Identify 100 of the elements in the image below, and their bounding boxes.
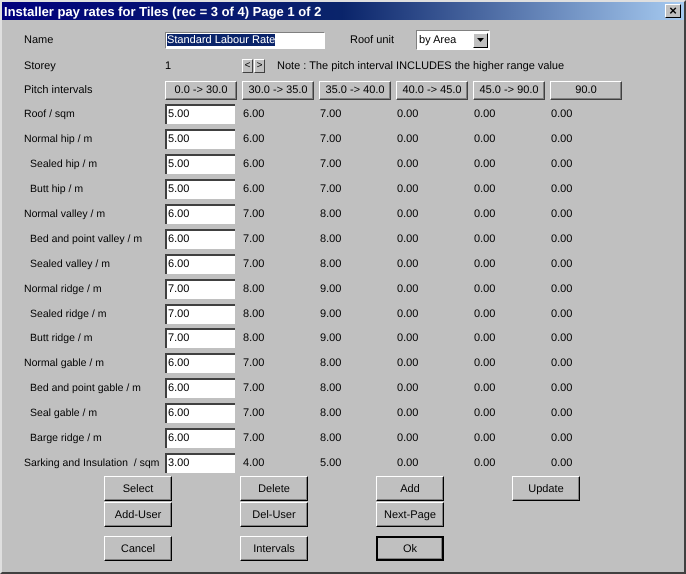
rate-field[interactable]: 7.00 — [165, 328, 235, 348]
rate-field[interactable]: 6.00 — [165, 228, 235, 249]
rate-value: 5.00 — [320, 456, 342, 469]
rate-label: Sarking and Insulation / sqm — [24, 456, 160, 469]
rate-field[interactable]: 3.00 — [165, 452, 235, 473]
rate-value: 0.00 — [397, 432, 420, 444]
rate-value: 0.00 — [474, 357, 496, 370]
action-button[interactable]: Cancel — [104, 536, 172, 562]
action-button[interactable]: Add-User — [104, 502, 172, 528]
action-button[interactable]: Delete — [240, 476, 308, 502]
rate-field[interactable]: 7.00 — [165, 304, 235, 324]
rate-value: 7.00 — [243, 232, 266, 245]
pitch-interval-button[interactable]: 30.0 -> 35.0 — [242, 80, 314, 100]
rate-field[interactable]: 6.00 — [165, 254, 235, 274]
rate-value: 7.00 — [243, 407, 266, 420]
rate-value: 0.00 — [474, 407, 496, 420]
rate-field[interactable]: 7.00 — [165, 278, 235, 299]
pitch-interval-button[interactable]: 90.0 — [550, 80, 622, 100]
rate-value: 7.00 — [320, 108, 342, 120]
rate-field[interactable]: 5.00 — [165, 179, 235, 200]
previous-button[interactable]: < — [242, 59, 253, 73]
action-button[interactable]: Intervals — [240, 536, 308, 562]
rate-field[interactable]: 5.00 — [165, 104, 235, 124]
rate-label: Normal gable / m — [24, 357, 105, 370]
rate-value: 8.00 — [320, 258, 342, 270]
rate-value: 0.00 — [397, 133, 420, 146]
rate-value: 0.00 — [474, 183, 496, 196]
rate-value: 0.00 — [397, 357, 420, 370]
rate-value: 0.00 — [397, 258, 420, 270]
action-button[interactable]: Select — [104, 476, 172, 502]
close-button[interactable]: × — [665, 4, 681, 18]
rate-label: Sealed hip / m — [29, 158, 98, 170]
rate-value: 0.00 — [474, 208, 496, 220]
field-label: Pitch intervals — [24, 84, 94, 96]
rate-value: 6.00 — [243, 133, 266, 146]
storey-value: 1 — [165, 60, 172, 72]
action-button[interactable]: Ok — [376, 536, 444, 562]
rate-value: 8.00 — [320, 208, 342, 220]
next-button[interactable]: > — [254, 59, 265, 73]
rate-value: 0.00 — [397, 308, 420, 320]
rate-label: Roof / sqm — [24, 108, 76, 120]
rate-value: 0.00 — [551, 158, 574, 170]
pitch-interval-button[interactable]: 0.0 -> 30.0 — [165, 80, 237, 100]
rate-field[interactable]: 6.00 — [165, 353, 235, 374]
rate-value: 0.00 — [397, 456, 420, 469]
rate-value: 0.00 — [397, 108, 420, 120]
rate-value: 0.00 — [551, 258, 574, 270]
rate-value: 8.00 — [243, 308, 266, 320]
pitch-interval-button[interactable]: 35.0 -> 40.0 — [319, 80, 391, 100]
action-button[interactable]: Del-User — [240, 502, 308, 528]
action-button[interactable]: Update — [512, 476, 580, 502]
rate-value: 0.00 — [551, 382, 574, 394]
rate-field[interactable]: 5.00 — [165, 154, 235, 174]
rate-value: 9.00 — [320, 308, 342, 320]
rate-value: 6.00 — [243, 183, 266, 196]
action-button[interactable]: Next-Page — [376, 502, 444, 528]
rate-value: 8.00 — [243, 282, 266, 295]
rate-value: 0.00 — [474, 456, 496, 469]
pitch-interval-button[interactable]: 40.0 -> 45.0 — [396, 80, 468, 100]
rate-value: 0.00 — [551, 308, 574, 320]
rate-value: 0.00 — [397, 183, 420, 196]
rate-value: 0.00 — [397, 332, 420, 344]
roof-unit-dropdown[interactable]: by Area — [416, 30, 490, 50]
rate-label: Butt ridge / m — [29, 332, 94, 344]
rate-value: 4.00 — [243, 456, 266, 469]
rate-value: 8.00 — [320, 432, 342, 444]
rate-value: 0.00 — [474, 432, 496, 444]
rate-value: 7.00 — [243, 208, 266, 220]
rate-value: 7.00 — [243, 382, 266, 394]
rate-value: 0.00 — [551, 357, 574, 370]
rate-value: 7.00 — [320, 183, 342, 196]
rate-value: 0.00 — [474, 133, 496, 146]
rate-field[interactable]: 6.00 — [165, 403, 235, 424]
rate-value: 8.00 — [320, 407, 342, 420]
rate-value: 8.00 — [320, 382, 342, 394]
rate-value: 0.00 — [551, 133, 574, 146]
rate-value: 0.00 — [551, 432, 574, 444]
rate-value: 0.00 — [397, 208, 420, 220]
rate-value: 0.00 — [551, 282, 574, 295]
rate-value: 7.00 — [320, 158, 342, 170]
rate-field[interactable]: 6.00 — [165, 378, 235, 398]
rate-field[interactable]: 5.00 — [165, 129, 235, 150]
rate-value: 7.00 — [243, 432, 266, 444]
rate-value: 9.00 — [320, 332, 342, 344]
rate-field[interactable]: 6.00 — [165, 204, 235, 224]
rate-value: 6.00 — [243, 158, 266, 170]
rate-value: 0.00 — [474, 308, 496, 320]
rate-value: 0.00 — [397, 407, 420, 420]
rate-label: Bed and point valley / m — [29, 232, 144, 245]
action-button[interactable]: Add — [376, 476, 444, 502]
rate-value: 6.00 — [243, 108, 266, 120]
rate-value: 0.00 — [474, 232, 496, 245]
rate-value: 0.00 — [551, 456, 574, 469]
rate-value: 0.00 — [551, 108, 574, 120]
rate-field[interactable]: 6.00 — [165, 428, 235, 448]
rate-value: 0.00 — [474, 282, 496, 295]
name-field[interactable]: Standard Labour Rate — [165, 32, 325, 48]
window-title: Installer pay rates for Tiles (rec = 3 of 4) Page 1 of 2 — [4, 4, 322, 18]
pitch-interval-button[interactable]: 45.0 -> 90.0 — [473, 80, 545, 100]
note-text: Note : The pitch interval INCLUDES the higher range value — [277, 60, 564, 72]
